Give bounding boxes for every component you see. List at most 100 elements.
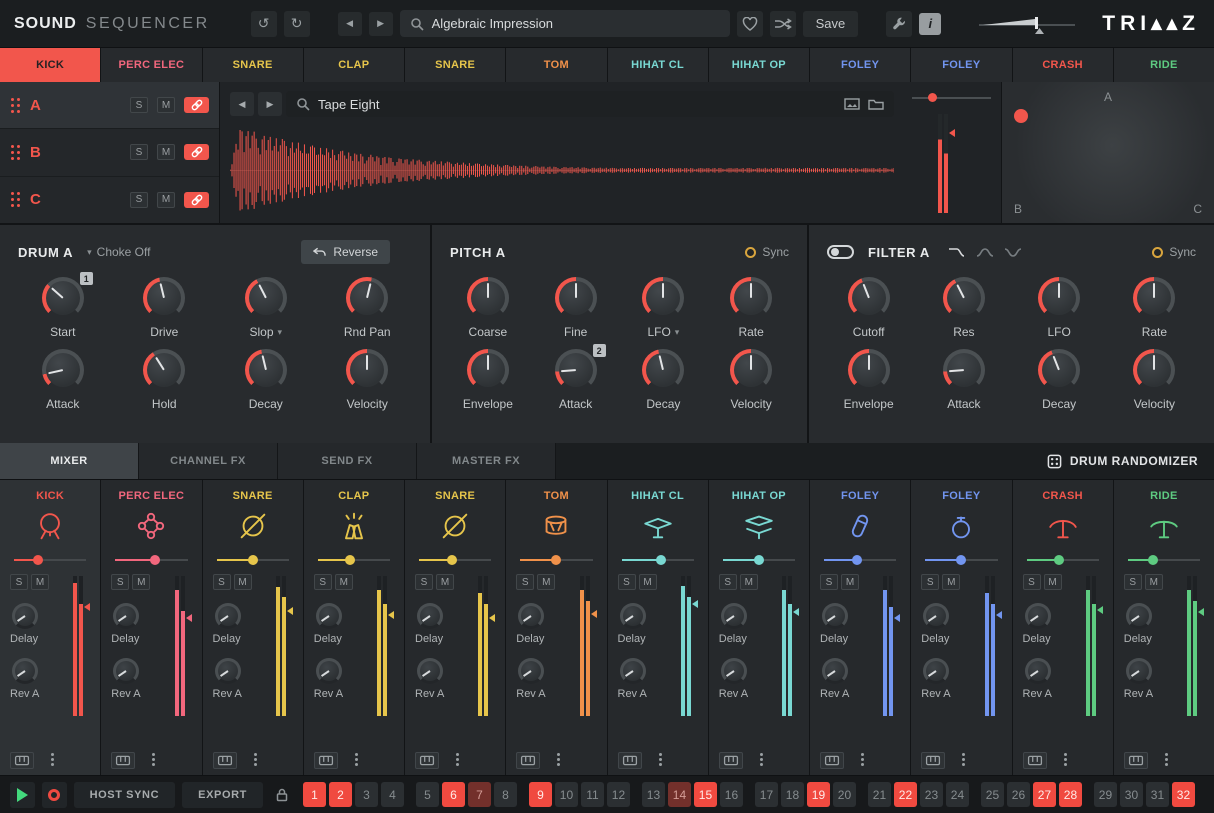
sample-preview-icon[interactable] (844, 98, 860, 110)
knob-dial[interactable] (1038, 349, 1080, 391)
mute-button[interactable]: M (841, 574, 859, 590)
knob-dial[interactable] (215, 658, 241, 684)
lock-icon[interactable] (276, 788, 288, 802)
slider-handle[interactable] (447, 555, 457, 565)
info-button[interactable]: i (919, 13, 941, 35)
notch-icon[interactable] (1004, 246, 1022, 258)
knob-dial[interactable] (245, 349, 287, 391)
knob[interactable]: LFO (1020, 277, 1098, 339)
knob[interactable]: Velocity (1115, 349, 1193, 411)
knob-dial[interactable] (42, 349, 84, 391)
knob[interactable]: Rate (1115, 277, 1193, 339)
slider-handle[interactable] (1054, 555, 1064, 565)
delay-send-knob[interactable]: Delay (516, 603, 568, 645)
step-cell[interactable]: 13 (642, 782, 665, 807)
play-button[interactable] (10, 782, 35, 808)
pad-tab[interactable]: KICK (0, 48, 100, 82)
fx-tab[interactable]: MIXER (0, 443, 139, 479)
keyboard-icon[interactable] (618, 752, 642, 769)
solo-button[interactable]: S (10, 574, 28, 590)
keyboard-icon[interactable] (1124, 752, 1148, 769)
mute-button[interactable]: M (157, 192, 175, 208)
fx-tab[interactable]: SEND FX (278, 443, 417, 479)
host-sync-button[interactable]: HOST SYNC (74, 782, 176, 808)
step-cell[interactable]: 30 (1120, 782, 1143, 807)
prev-preset-button[interactable]: ◀ (338, 12, 362, 36)
reverb-send-knob[interactable]: Rev A (921, 658, 973, 700)
step-cell[interactable]: 23 (920, 782, 943, 807)
step-cell[interactable]: 22 (894, 782, 917, 807)
step-cell[interactable]: 8 (494, 782, 517, 807)
step-cell[interactable]: 18 (781, 782, 804, 807)
delay-send-knob[interactable]: Delay (111, 603, 163, 645)
knob[interactable]: Envelope (830, 349, 908, 411)
delay-send-knob[interactable]: Delay (719, 603, 771, 645)
kebab-menu-icon[interactable] (1059, 753, 1071, 767)
channel-volume-slider[interactable] (520, 555, 592, 565)
kebab-menu-icon[interactable] (46, 753, 58, 767)
knob-dial[interactable] (730, 349, 772, 391)
slider-handle[interactable] (928, 93, 937, 102)
pad-tab[interactable]: CLAP (304, 48, 404, 82)
keyboard-icon[interactable] (1023, 752, 1047, 769)
step-cell[interactable]: 32 (1172, 782, 1195, 807)
solo-button[interactable]: S (719, 574, 737, 590)
knob-dial[interactable] (555, 349, 597, 391)
channel-volume-slider[interactable] (14, 555, 86, 565)
delay-send-knob[interactable]: Delay (314, 603, 366, 645)
step-cell[interactable]: 4 (381, 782, 404, 807)
knob-dial[interactable] (417, 658, 443, 684)
knob[interactable]: Hold (125, 349, 203, 411)
output-volume-slider[interactable] (975, 12, 1079, 36)
mute-button[interactable]: M (1044, 574, 1062, 590)
filter-enable-toggle[interactable] (827, 245, 854, 259)
solo-button[interactable]: S (111, 574, 129, 590)
xy-pad[interactable]: A B C (1002, 82, 1214, 223)
knob[interactable]: Decay (1020, 349, 1098, 411)
mute-button[interactable]: M (157, 144, 175, 160)
slider-handle[interactable] (33, 555, 43, 565)
sample-search-input[interactable]: Tape Eight (286, 91, 894, 117)
knob-dial[interactable] (467, 349, 509, 391)
next-sample-button[interactable]: ▶ (258, 92, 282, 116)
knob-dial[interactable] (245, 277, 287, 319)
knob-dial[interactable] (620, 658, 646, 684)
knob[interactable]: Velocity (328, 349, 406, 411)
reverb-send-knob[interactable]: Rev A (820, 658, 872, 700)
link-button[interactable] (184, 144, 209, 160)
knob-dial[interactable] (1038, 277, 1080, 319)
kebab-menu-icon[interactable] (856, 753, 868, 767)
knob-dial[interactable] (1126, 658, 1152, 684)
knob[interactable]: Slop▾ (227, 277, 305, 339)
keyboard-icon[interactable] (10, 752, 34, 769)
solo-button[interactable]: S (213, 574, 231, 590)
slider-handle[interactable] (345, 555, 355, 565)
reverb-send-knob[interactable]: Rev A (516, 658, 568, 700)
kebab-menu-icon[interactable] (654, 753, 666, 767)
knob-dial[interactable] (113, 658, 139, 684)
channel-volume-slider[interactable] (217, 555, 289, 565)
slider-handle[interactable] (551, 555, 561, 565)
layer-row[interactable]: C S M (0, 177, 219, 223)
channel-volume-slider[interactable] (622, 555, 694, 565)
channel-volume-slider[interactable] (115, 555, 187, 565)
pad-tab[interactable]: FOLEY (810, 48, 910, 82)
step-cell[interactable]: 21 (868, 782, 891, 807)
reverb-send-knob[interactable]: Rev A (719, 658, 771, 700)
kebab-menu-icon[interactable] (755, 753, 767, 767)
knob-dial[interactable] (943, 349, 985, 391)
delay-send-knob[interactable]: Delay (820, 603, 872, 645)
step-cell[interactable]: 14 (668, 782, 691, 807)
keyboard-icon[interactable] (516, 752, 540, 769)
knob-dial[interactable] (1133, 277, 1175, 319)
delay-send-knob[interactable]: Delay (415, 603, 467, 645)
knob[interactable]: Rnd Pan (328, 277, 406, 339)
knob-dial[interactable] (822, 603, 848, 629)
keyboard-icon[interactable] (921, 752, 945, 769)
reverb-send-knob[interactable]: Rev A (1124, 658, 1176, 700)
knob[interactable]: Attack (925, 349, 1003, 411)
knob-dial[interactable] (143, 349, 185, 391)
mute-button[interactable]: M (157, 97, 175, 113)
kebab-menu-icon[interactable] (249, 753, 261, 767)
channel-volume-slider[interactable] (925, 555, 997, 565)
